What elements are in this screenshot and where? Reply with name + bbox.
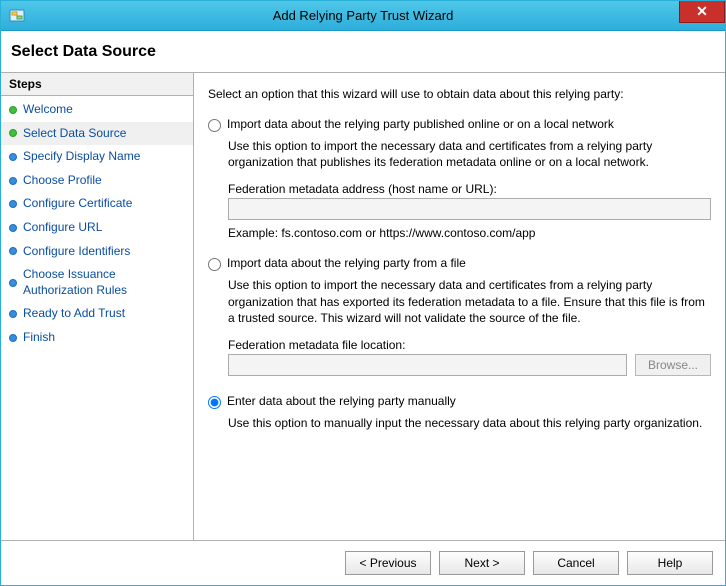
step-label: Choose Issuance Authorization Rules: [23, 267, 185, 298]
window-title: Add Relying Party Trust Wizard: [273, 8, 454, 23]
step-bullet-icon: [9, 279, 17, 287]
step-label: Configure URL: [23, 220, 102, 236]
option-import-online-desc: Use this option to import the necessary …: [228, 138, 711, 170]
step-item[interactable]: Choose Issuance Authorization Rules: [1, 263, 193, 302]
step-item[interactable]: Configure Certificate: [1, 192, 193, 216]
federation-file-label: Federation metadata file location:: [228, 338, 711, 352]
page-title: Select Data Source: [11, 43, 156, 61]
step-item[interactable]: Specify Display Name: [1, 145, 193, 169]
browse-button[interactable]: Browse...: [635, 354, 711, 376]
step-bullet-icon: [9, 310, 17, 318]
step-bullet-icon: [9, 200, 17, 208]
step-bullet-icon: [9, 153, 17, 161]
titlebar: Add Relying Party Trust Wizard ✕: [1, 1, 725, 31]
app-icon: [9, 8, 25, 24]
step-item[interactable]: Configure URL: [1, 216, 193, 240]
step-bullet-icon: [9, 177, 17, 185]
federation-file-row: Browse...: [228, 354, 711, 376]
step-item[interactable]: Ready to Add Trust: [1, 302, 193, 326]
federation-url-row: [228, 198, 711, 220]
federation-file-input[interactable]: [228, 354, 627, 376]
option-import-file-label[interactable]: Import data about the relying party from…: [227, 256, 466, 270]
step-item[interactable]: Finish: [1, 326, 193, 350]
step-bullet-icon: [9, 224, 17, 232]
next-button[interactable]: Next >: [439, 551, 525, 575]
cancel-button[interactable]: Cancel: [533, 551, 619, 575]
option-manual-label[interactable]: Enter data about the relying party manua…: [227, 394, 456, 408]
page-header: Select Data Source: [1, 31, 725, 73]
option-manual-radio[interactable]: [208, 396, 221, 409]
option-import-online-radio[interactable]: [208, 119, 221, 132]
wizard-body: Steps Welcome Select Data Source Specify D…: [1, 73, 725, 540]
step-label: Select Data Source: [23, 126, 126, 142]
wizard-window: Add Relying Party Trust Wizard ✕ Select …: [0, 0, 726, 586]
step-item[interactable]: Select Data Source: [1, 122, 193, 146]
step-label: Finish: [23, 330, 55, 346]
option-manual-row: Enter data about the relying party manua…: [208, 394, 711, 409]
help-button[interactable]: Help: [627, 551, 713, 575]
step-item[interactable]: Choose Profile: [1, 169, 193, 193]
steps-list: Welcome Select Data Source Specify Display…: [1, 96, 193, 352]
step-label: Specify Display Name: [23, 149, 140, 165]
option-import-file-row: Import data about the relying party from…: [208, 256, 711, 271]
step-bullet-icon: [9, 129, 17, 137]
close-button[interactable]: ✕: [679, 1, 725, 23]
step-bullet-icon: [9, 247, 17, 255]
step-item[interactable]: Welcome: [1, 98, 193, 122]
main-panel: Select an option that this wizard will u…: [194, 73, 725, 540]
step-label: Ready to Add Trust: [23, 306, 125, 322]
steps-sidebar: Steps Welcome Select Data Source Specify D…: [1, 73, 194, 540]
option-manual-desc: Use this option to manually input the ne…: [228, 415, 711, 431]
option-import-online-row: Import data about the relying party publ…: [208, 117, 711, 132]
wizard-footer: < Previous Next > Cancel Help: [1, 540, 725, 585]
federation-url-label: Federation metadata address (host name o…: [228, 182, 711, 196]
previous-button[interactable]: < Previous: [345, 551, 431, 575]
step-bullet-icon: [9, 106, 17, 114]
federation-url-example: Example: fs.contoso.com or https://www.c…: [228, 226, 711, 240]
steps-header: Steps: [1, 73, 193, 96]
intro-text: Select an option that this wizard will u…: [208, 87, 711, 101]
close-icon: ✕: [696, 3, 708, 20]
step-bullet-icon: [9, 334, 17, 342]
step-label: Configure Certificate: [23, 196, 132, 212]
federation-url-input[interactable]: [228, 198, 711, 220]
step-item[interactable]: Configure Identifiers: [1, 240, 193, 264]
option-import-file-radio[interactable]: [208, 258, 221, 271]
option-import-online-label[interactable]: Import data about the relying party publ…: [227, 117, 614, 131]
step-label: Welcome: [23, 102, 73, 118]
step-label: Configure Identifiers: [23, 244, 130, 260]
option-import-file-desc: Use this option to import the necessary …: [228, 277, 711, 326]
step-label: Choose Profile: [23, 173, 102, 189]
